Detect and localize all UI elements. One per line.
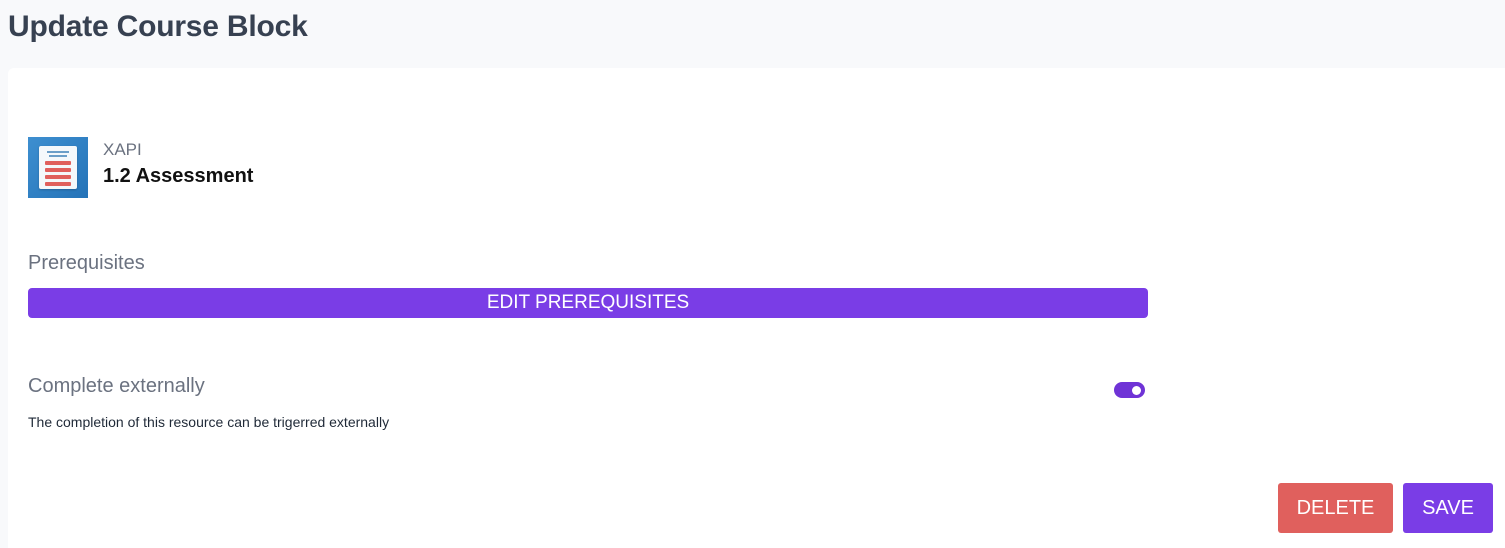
resource-name: 1.2 Assessment bbox=[103, 165, 254, 187]
delete-button[interactable]: DELETE bbox=[1278, 483, 1393, 533]
course-block-card: XAPI 1.2 Assessment Prerequisites EDIT P… bbox=[8, 68, 1505, 548]
complete-externally-description: The completion of this resource can be t… bbox=[28, 414, 390, 430]
document-list-icon bbox=[28, 137, 88, 198]
resource-text: XAPI 1.2 Assessment bbox=[103, 139, 253, 190]
edit-prerequisites-button[interactable]: EDIT PREREQUISITES bbox=[28, 288, 1148, 318]
resource-type: XAPI bbox=[103, 140, 142, 159]
save-button[interactable]: SAVE bbox=[1403, 483, 1493, 533]
prerequisites-label: Prerequisites bbox=[28, 252, 145, 274]
complete-externally-toggle[interactable] bbox=[1114, 382, 1145, 398]
toggle-knob bbox=[1132, 386, 1141, 395]
page-title: Update Course Block bbox=[8, 10, 308, 43]
complete-externally-label: Complete externally bbox=[28, 375, 205, 397]
resource-summary: XAPI 1.2 Assessment bbox=[28, 137, 253, 198]
